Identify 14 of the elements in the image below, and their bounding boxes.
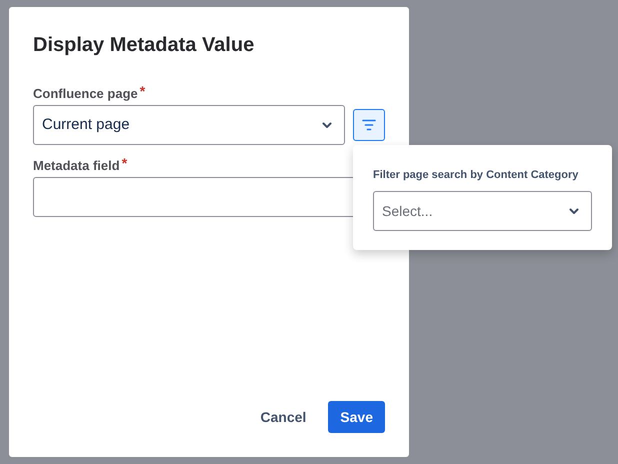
filter-label: Filter page search by Content Category xyxy=(373,168,580,183)
field-label: Confluence page xyxy=(33,85,138,103)
field-label: Metadata field xyxy=(33,157,120,175)
required-mark: * xyxy=(140,84,146,98)
cancel-button[interactable]: Cancel xyxy=(248,401,318,433)
page-select[interactable]: Current page xyxy=(33,105,345,145)
filter-icon xyxy=(362,119,376,131)
category-select[interactable]: Select... xyxy=(373,191,592,231)
dialog-title: Display Metadata Value xyxy=(33,33,256,57)
save-button[interactable]: Save xyxy=(328,401,385,433)
filter-button[interactable] xyxy=(353,109,385,141)
chevron-down-icon xyxy=(322,122,332,128)
chevron-down-icon xyxy=(569,208,579,214)
required-mark: * xyxy=(122,156,128,170)
